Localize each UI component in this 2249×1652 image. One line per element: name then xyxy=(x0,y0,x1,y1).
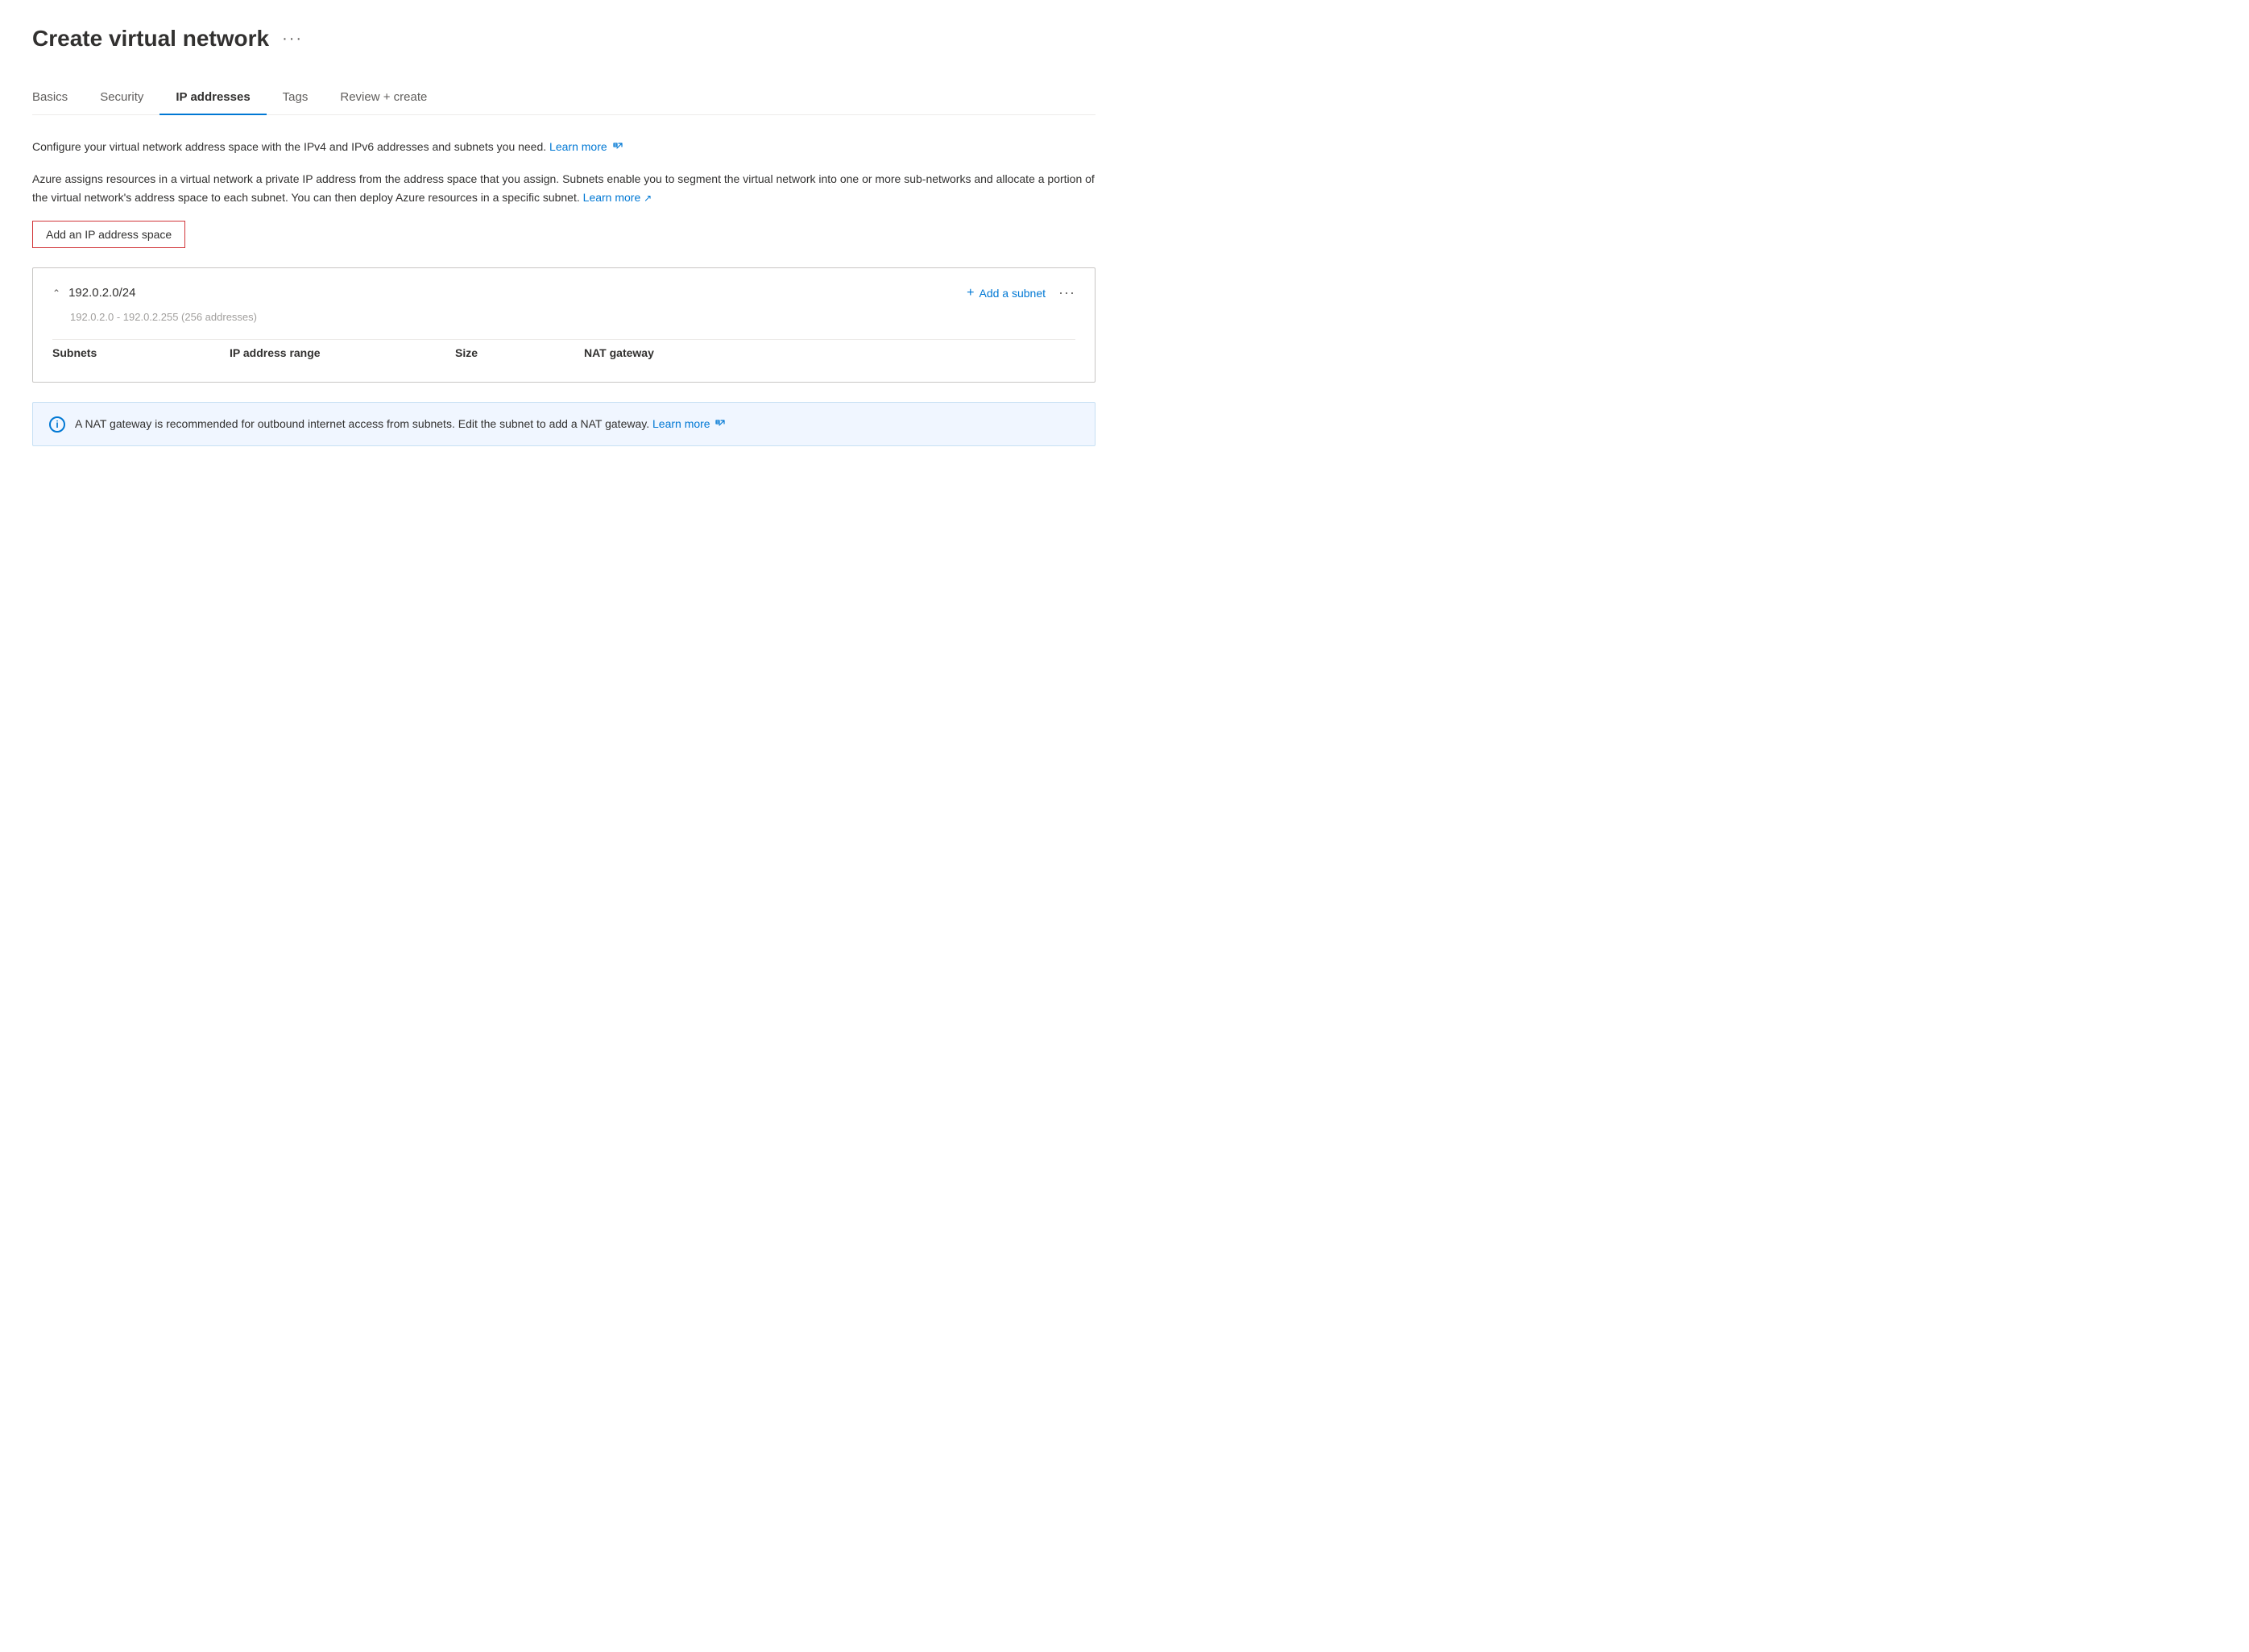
description-text-1: Configure your virtual network address s… xyxy=(32,138,1096,155)
col-header-subnets: Subnets xyxy=(52,346,230,359)
page-header: Create virtual network ··· xyxy=(32,26,1096,52)
col-header-ip-range: IP address range xyxy=(230,346,455,359)
add-subnet-button[interactable]: + Add a subnet xyxy=(967,286,1046,300)
chevron-up-icon[interactable]: ⌃ xyxy=(52,288,60,299)
ip-space-container: ⌃ 192.0.2.0/24 + Add a subnet ··· 192.0.… xyxy=(32,267,1096,383)
external-link-icon-1 xyxy=(613,143,623,152)
add-ip-address-space-button[interactable]: Add an IP address space xyxy=(32,221,185,248)
ip-cidr-label: 192.0.2.0/24 xyxy=(68,286,135,300)
ip-space-actions: + Add a subnet ··· xyxy=(967,284,1075,301)
plus-icon: + xyxy=(967,286,974,300)
learn-more-link-1[interactable]: Learn more xyxy=(549,140,622,153)
description-text-2: Azure assigns resources in a virtual net… xyxy=(32,170,1096,206)
external-link-icon-2 xyxy=(715,420,725,429)
ip-space-title-group: ⌃ 192.0.2.0/24 xyxy=(52,286,135,300)
info-icon: i xyxy=(49,416,65,433)
tab-bar: Basics Security IP addresses Tags Review… xyxy=(32,81,1096,115)
tab-review-create[interactable]: Review + create xyxy=(324,81,443,115)
info-learn-more-link[interactable]: Learn more xyxy=(652,417,725,430)
subnet-table-header: Subnets IP address range Size NAT gatewa… xyxy=(52,339,1075,366)
col-header-nat-gateway: NAT gateway xyxy=(584,346,777,359)
info-box-text: A NAT gateway is recommended for outboun… xyxy=(75,416,725,433)
tab-tags[interactable]: Tags xyxy=(267,81,325,115)
more-options-icon[interactable]: ··· xyxy=(282,30,303,48)
page-title: Create virtual network xyxy=(32,26,269,52)
description-block-2: Azure assigns resources in a virtual net… xyxy=(32,170,1096,206)
tab-security[interactable]: Security xyxy=(84,81,159,115)
info-box: i A NAT gateway is recommended for outbo… xyxy=(32,402,1096,446)
col-header-size: Size xyxy=(455,346,584,359)
ip-range-text: 192.0.2.0 - 192.0.2.255 (256 addresses) xyxy=(52,311,1075,323)
tab-ip-addresses[interactable]: IP addresses xyxy=(159,81,266,115)
tab-basics[interactable]: Basics xyxy=(32,81,84,115)
ip-space-more-options-button[interactable]: ··· xyxy=(1058,284,1075,301)
description-block-1: Configure your virtual network address s… xyxy=(32,138,1096,155)
learn-more-link-2[interactable]: Learn more xyxy=(583,191,652,204)
ip-space-header: ⌃ 192.0.2.0/24 + Add a subnet ··· xyxy=(52,284,1075,301)
